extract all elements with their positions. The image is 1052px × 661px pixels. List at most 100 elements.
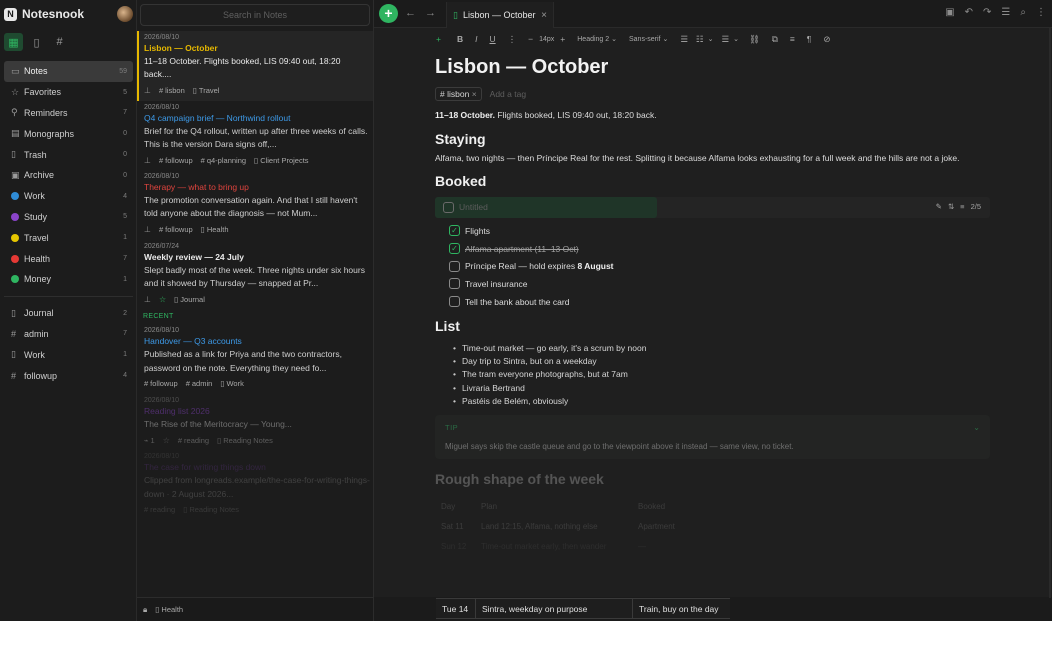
sidebar-item-trash[interactable]: ▯ Trash 0 — [4, 144, 133, 165]
checklist-item[interactable]: Travel insurance — [435, 275, 990, 293]
new-note-button[interactable]: + — [379, 4, 398, 23]
list-item[interactable]: Pastéis de Belém, obviously — [435, 394, 990, 407]
table-cell[interactable]: Sintra, weekday on purpose — [476, 599, 633, 618]
table-cell[interactable]: Sun 12 — [435, 537, 475, 557]
notebook-chip[interactable]: ▯ Journal — [174, 295, 205, 304]
star-icon[interactable]: ☆ — [159, 295, 166, 304]
checklist-item[interactable]: Tell the bank about the card — [435, 293, 990, 311]
embed-icon[interactable]: ⧉ — [772, 34, 778, 45]
checklist-item[interactable]: Príncipe Real — hold expires 8 August — [435, 257, 990, 275]
tag-chip[interactable]: # lisbon × — [435, 87, 482, 101]
tag-chip[interactable]: # reading — [178, 436, 209, 445]
list-item[interactable]: Day trip to Sintra, but on a weekday — [435, 355, 990, 368]
add-block-icon[interactable]: + — [436, 34, 441, 44]
table-cell[interactable]: Apartment — [632, 517, 752, 537]
notebook-chip[interactable]: ▯ Work — [220, 379, 244, 388]
tag-chip[interactable]: # q4-planning — [201, 156, 246, 165]
preview-icon[interactable]: ▣ — [945, 7, 954, 18]
hash-icon[interactable]: # — [50, 33, 69, 51]
clear-format-icon[interactable]: ⊘ — [823, 34, 830, 45]
undo-icon[interactable]: ↶ — [965, 7, 973, 18]
italic-icon[interactable]: I — [475, 34, 477, 44]
table-of-contents-icon[interactable]: ☰ — [1001, 7, 1010, 18]
shortcut-admin[interactable]: # admin 7 — [4, 324, 133, 345]
notebook-chip[interactable]: ▯ Health — [201, 225, 229, 234]
list-item[interactable]: 2026/08/10 Q4 campaign brief — Northwind… — [137, 101, 373, 171]
sidebar-color-work[interactable]: Work 4 — [4, 186, 133, 207]
shortcut-followup[interactable]: # followup 4 — [4, 365, 133, 386]
sidebar-item-archive[interactable]: ▣ Archive 0 — [4, 165, 133, 186]
tip-callout[interactable]: TIP ⌄ Miguel says skip the castle queue … — [435, 415, 990, 460]
list-item[interactable]: 2026/08/10 The case for writing things d… — [137, 450, 373, 520]
search-icon[interactable]: ⌕ — [1020, 7, 1026, 18]
bullet-list-icon[interactable]: ☰ — [680, 34, 688, 45]
redo-icon[interactable]: ↷ — [983, 7, 991, 18]
tag-chip[interactable]: # followup — [144, 379, 178, 388]
font-size-value[interactable]: 14px — [539, 36, 554, 43]
pin-icon[interactable]: ⊥ — [144, 295, 151, 304]
checklist-item[interactable]: ✓ Flights — [435, 222, 990, 240]
table-cell[interactable]: Tue 14 — [436, 599, 476, 618]
list-item[interactable]: The tram everyone photographs, but at 7a… — [435, 368, 990, 381]
table-cell[interactable]: Land 12:15, Alfama, nothing else — [475, 517, 632, 537]
tab-lisbon-october[interactable]: ▯ Lisbon — October × — [446, 2, 554, 28]
checkbox-checked[interactable]: ✓ — [449, 225, 460, 237]
add-tag-input[interactable]: Add a tag — [490, 89, 526, 99]
decrease-font-icon[interactable]: − — [528, 34, 533, 44]
checklist-options-chevron-icon[interactable]: ⌄ — [733, 35, 739, 43]
sidebar-item-reminders[interactable]: ⚲ Reminders 7 — [4, 103, 133, 124]
table-row[interactable]: Tue 14 Sintra, weekday on purpose Train,… — [436, 598, 730, 619]
list-item[interactable]: 2026/08/10 Lisbon — October 11–18 Octobe… — [137, 31, 373, 101]
tag-chip[interactable]: # followup — [159, 156, 193, 165]
notebook-chip[interactable]: ▯ Travel — [193, 86, 220, 95]
avatar[interactable] — [117, 6, 133, 22]
more-options-icon[interactable]: ⋮ — [1036, 7, 1046, 18]
shortcut-work[interactable]: ▯ Work 1 — [4, 344, 133, 365]
intro-paragraph[interactable]: 11–18 October. Flights booked, LIS 09:40… — [435, 110, 990, 121]
tag-chip[interactable]: # followup — [159, 225, 193, 234]
list-item[interactable]: Livraria Bertrand — [435, 381, 990, 394]
numbered-list-icon[interactable]: ☷ — [696, 34, 704, 45]
notebook-icon[interactable]: ▯ — [27, 33, 46, 51]
notebook-chip[interactable]: ▯ Health — [155, 605, 183, 614]
edit-icon[interactable]: ✎ — [936, 202, 942, 211]
filter-icon[interactable]: ≡ — [960, 202, 964, 211]
more-format-icon[interactable]: ⋮ — [508, 34, 517, 45]
checkbox-unchecked[interactable] — [449, 278, 460, 290]
note-title-input[interactable]: Lisbon — October — [435, 52, 990, 82]
checkbox-unchecked[interactable] — [449, 296, 460, 308]
list-item[interactable]: 2026/08/10 Handover — Q3 accounts Publis… — [137, 324, 373, 394]
sidebar-color-travel[interactable]: Travel 1 — [4, 227, 133, 248]
pin-icon[interactable]: ⊥ — [144, 156, 151, 165]
list-item[interactable]: 2026/07/24 Weekly review — 24 July Slept… — [137, 240, 373, 310]
sidebar-color-study[interactable]: Study 5 — [4, 207, 133, 228]
checkbox-checked[interactable]: ✓ — [449, 243, 460, 255]
pin-icon[interactable]: ⊥ — [144, 86, 151, 95]
table-cell[interactable]: Sat 11 — [435, 517, 475, 537]
checkbox-unchecked[interactable] — [449, 260, 460, 272]
heading-staying[interactable]: Staying — [435, 131, 990, 147]
link-icon[interactable]: ⛓ — [749, 34, 760, 45]
sidebar-item-favorites[interactable]: ☆ Favorites 5 — [4, 82, 133, 103]
bold-icon[interactable]: B — [457, 34, 463, 44]
sidebar-color-health[interactable]: Health 7 — [4, 248, 133, 269]
notebook-chip[interactable]: ▯ Reading Notes — [217, 436, 273, 445]
close-icon[interactable]: × — [541, 10, 547, 21]
task-list-checkbox[interactable] — [443, 202, 454, 213]
task-list-header[interactable]: Untitled ✎ ⇅ ≡ 2/5 — [435, 197, 990, 218]
tag-chip[interactable]: # lisbon — [159, 86, 185, 95]
heading-rough-shape[interactable]: Rough shape of the week — [435, 471, 990, 487]
underline-icon[interactable]: U — [489, 34, 495, 44]
checklist-item[interactable]: ✓ Alfama apartment (11–13 Oct) — [435, 240, 990, 258]
scrollbar[interactable] — [1049, 28, 1051, 598]
heading-list[interactable]: List — [435, 318, 990, 334]
increase-font-icon[interactable]: + — [560, 34, 565, 44]
table-cell[interactable]: Train, buy on the day — [633, 599, 730, 618]
tag-chip[interactable]: # reading — [144, 505, 175, 514]
list-item[interactable]: Time-out market — go early, it's a scrum… — [435, 341, 990, 354]
table-cell[interactable]: — — [632, 537, 752, 557]
shortcut-journal[interactable]: ▯ Journal 2 — [4, 303, 133, 324]
font-family-select[interactable]: Sans-serif ⌄ — [629, 35, 668, 44]
chevron-down-icon[interactable]: ⌄ — [973, 423, 980, 432]
forward-arrow-icon[interactable]: → — [425, 7, 436, 19]
